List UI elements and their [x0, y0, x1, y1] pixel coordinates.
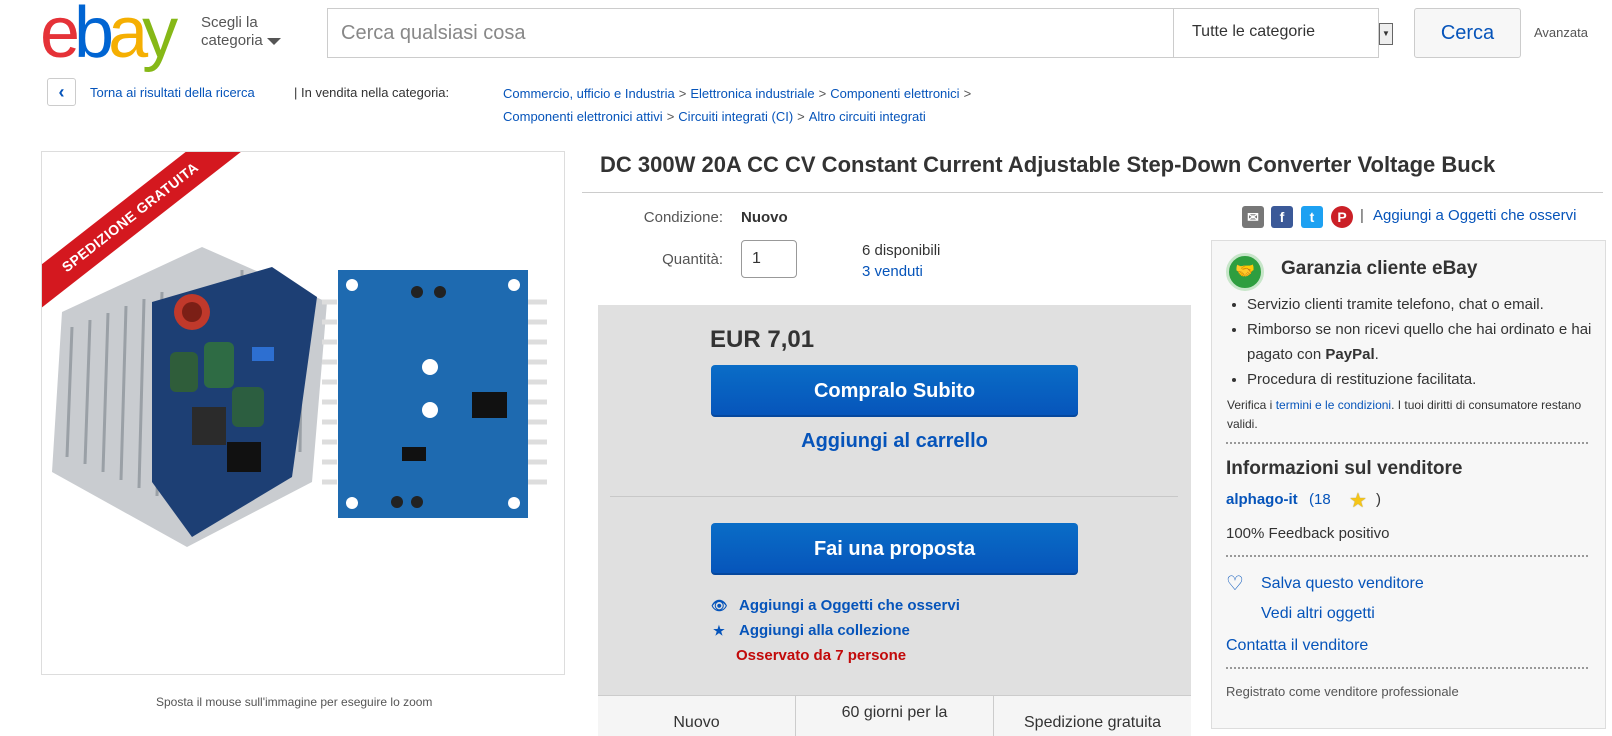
facebook-icon[interactable]: f: [1271, 206, 1293, 228]
ebay-logo[interactable]: ebay: [40, 0, 190, 73]
star-icon: ★: [713, 623, 725, 638]
seller-score-close: ): [1376, 491, 1381, 508]
dropdown-arrow-icon[interactable]: ▼: [1379, 23, 1393, 45]
guarantee-item: Servizio clienti tramite telefono, chat …: [1247, 292, 1612, 317]
product-title: DC 300W 20A CC CV Constant Current Adjus…: [600, 152, 1496, 177]
pinterest-icon[interactable]: P: [1331, 206, 1353, 228]
advanced-search-link[interactable]: Avanzata: [1534, 25, 1588, 40]
feedback-star-icon: ★: [1349, 490, 1367, 512]
info-strip: Nuovo 60 giorni per la Spedizione gratui…: [598, 695, 1191, 736]
sold-count-link[interactable]: 3 venduti: [862, 263, 923, 280]
pcb-module-illustration: [322, 270, 547, 518]
search-bar: Tutte le categorie ▼: [327, 8, 1393, 58]
caret-down-icon: [266, 37, 281, 45]
category-value: Tutte le categorie: [1192, 23, 1316, 40]
buy-now-button[interactable]: Compralo Subito: [711, 365, 1078, 417]
listed-in-label: | In vendita nella categoria:: [294, 85, 450, 100]
category-select[interactable]: Tutte le categorie ▼: [1173, 9, 1393, 57]
breadcrumb-separator: >: [818, 86, 827, 101]
make-offer-button[interactable]: Fai una proposta: [711, 523, 1078, 575]
dotted-divider: [1226, 442, 1588, 444]
feedback-percent: 100% Feedback positivo: [1226, 525, 1390, 542]
guarantee-list: Servizio clienti tramite telefono, chat …: [1222, 292, 1612, 392]
zoom-hint: Sposta il mouse sull'immagine per esegui…: [156, 695, 433, 709]
add-to-collection-link[interactable]: ★ Aggiungi alla collezione: [711, 622, 910, 639]
breadcrumb-separator: >: [678, 86, 687, 101]
share-separator: |: [1360, 207, 1364, 224]
breadcrumb-link[interactable]: Componenti elettronici: [830, 86, 959, 101]
title-divider: [582, 192, 1603, 193]
breadcrumb-link[interactable]: Componenti elettronici attivi: [503, 109, 663, 124]
buy-box: EUR 7,01 Compralo Subito Aggiungi al car…: [598, 305, 1191, 736]
logo-letter: y: [142, 0, 178, 73]
shop-by-category[interactable]: Scegli la categoria: [201, 14, 281, 50]
terms-link[interactable]: termini e le condizioni: [1276, 398, 1391, 412]
save-seller-link[interactable]: Salva questo venditore: [1261, 575, 1424, 593]
paypal-label: PayPal: [1325, 346, 1375, 363]
watch-label: Aggiungi a Oggetti che osservi: [739, 597, 960, 614]
breadcrumb-link[interactable]: Commercio, ufficio e Industria: [503, 86, 675, 101]
price: EUR 7,01: [710, 326, 815, 353]
breadcrumb-separator: >: [963, 86, 972, 101]
logo-letter: a: [108, 0, 148, 73]
add-to-watchlist-link[interactable]: 👁 Aggiungi a Oggetti che osservi: [711, 597, 960, 614]
breadcrumb-separator: >: [797, 109, 805, 124]
available-count: 6 disponibili: [862, 242, 941, 259]
breadcrumb-line-1: Commercio, ufficio e Industria > Elettroni…: [503, 85, 975, 103]
sidebar: 🤝 Garanzia cliente eBay Servizio clienti…: [1211, 240, 1606, 729]
logo-letter: b: [74, 0, 114, 73]
watchers-count: Osservato da 7 persone: [736, 647, 907, 664]
contact-seller-link[interactable]: Contatta il venditore: [1226, 637, 1368, 655]
quantity-label: Quantità:: [662, 251, 723, 268]
strip-shipping: Spedizione gratuita: [994, 696, 1191, 736]
guarantee-item: Rimborso se non ricevi quello che hai or…: [1247, 317, 1612, 367]
add-to-cart-link[interactable]: Aggiungi al carrello: [711, 430, 1078, 453]
guarantee-item-text: Rimborso se non ricevi quello che hai or…: [1247, 321, 1592, 363]
eye-icon: 👁: [711, 598, 728, 613]
guarantee-item: Procedura di restituzione facilitata.: [1247, 367, 1612, 392]
seller-heading: Informazioni sul venditore: [1226, 458, 1463, 479]
guarantee-note: Verifica i termini e le condizioni. I tu…: [1227, 396, 1597, 434]
see-other-items-link[interactable]: Vedi altri oggetti: [1261, 605, 1375, 623]
dotted-divider: [1226, 667, 1588, 669]
strip-condition-text: Nuovo: [673, 714, 720, 731]
back-to-results-link[interactable]: Torna ai risultati della ricerca: [90, 85, 255, 100]
shop-by-line1: Scegli la: [201, 14, 258, 31]
back-arrow-icon[interactable]: ‹: [47, 78, 76, 106]
seller-name-link[interactable]: alphago-it: [1226, 491, 1298, 508]
breadcrumb-separator: >: [666, 109, 675, 124]
email-share-icon[interactable]: ✉: [1242, 206, 1264, 228]
dotted-divider: [1226, 555, 1588, 557]
share-watchlist-link[interactable]: Aggiungi a Oggetti che osservi: [1373, 207, 1576, 224]
breadcrumb-link[interactable]: Altro circuiti integrati: [809, 109, 926, 124]
free-shipping-ribbon: SPEDIZIONE GRATUITA: [42, 152, 260, 313]
twitter-icon[interactable]: t: [1301, 206, 1323, 228]
ribbon-label: SPEDIZIONE GRATUITA: [42, 152, 259, 313]
product-image[interactable]: SPEDIZIONE GRATUITA: [41, 151, 565, 675]
handshake-icon: 🤝: [1226, 253, 1264, 291]
logo-letter: e: [40, 0, 80, 73]
condition-value: Nuovo: [741, 209, 788, 226]
search-button[interactable]: Cerca: [1414, 8, 1521, 58]
guarantee-title: Garanzia cliente eBay: [1281, 258, 1478, 279]
note-pre: Verifica i: [1227, 398, 1276, 412]
collection-label: Aggiungi alla collezione: [739, 622, 910, 639]
breadcrumb-link[interactable]: Elettronica industriale: [690, 86, 814, 101]
buy-box-divider: [610, 496, 1178, 497]
shop-by-line2: categoria: [201, 32, 263, 49]
quantity-input[interactable]: [741, 240, 797, 278]
registered-seller-note: Registrato come venditore professionale: [1226, 684, 1459, 699]
condition-label: Condizione:: [643, 209, 723, 226]
heart-icon[interactable]: ♡: [1226, 571, 1244, 596]
strip-returns-text: 60 giorni per la: [841, 704, 948, 721]
breadcrumb-line-2: Componenti elettronici attivi > Circuiti i…: [503, 108, 926, 126]
breadcrumb-link[interactable]: Circuiti integrati (CI): [678, 109, 793, 124]
seller-score-link[interactable]: (18: [1309, 491, 1331, 508]
strip-returns: 60 giorni per la: [796, 696, 994, 736]
strip-condition: Nuovo: [598, 696, 796, 736]
search-input[interactable]: [329, 10, 1173, 56]
strip-shipping-text: Spedizione gratuita: [1024, 714, 1161, 731]
